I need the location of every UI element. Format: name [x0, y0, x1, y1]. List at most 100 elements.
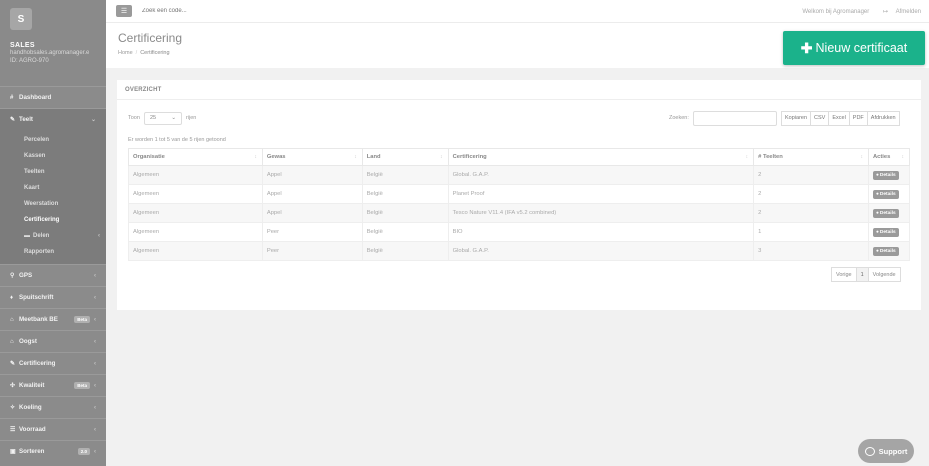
breadcrumb-home[interactable]: Home: [118, 50, 133, 56]
next-page-button[interactable]: Volgende: [867, 267, 901, 282]
export-buttons: Kopiaren CSV Excel PDF Afdrukken: [781, 110, 900, 126]
chevron-down-icon: ⌄: [171, 115, 176, 121]
sidebar-item-certificering[interactable]: ✎ Certificering ‹: [0, 352, 106, 374]
submenu-item-label: Delen: [33, 233, 50, 239]
details-label: Details: [879, 229, 896, 235]
export-kopiaren-button[interactable]: Kopiaren: [781, 110, 812, 126]
details-button[interactable]: ● Details: [872, 208, 899, 218]
sort-icon: ↕: [745, 154, 749, 160]
sidebar-item-spuitschrift[interactable]: ♦ Spuitschrift ‹: [0, 286, 106, 308]
table-cell: BIO: [447, 222, 755, 242]
details-label: Details: [879, 191, 896, 197]
sidebar-item-oogst[interactable]: ⌂ Oogst ‹: [0, 330, 106, 352]
table-cell: België: [361, 184, 449, 204]
sort-icon: ↕: [901, 154, 905, 160]
submenu-item-label: Kassen: [24, 153, 46, 159]
sort-icon: ↕: [860, 154, 863, 160]
submenu-item-kassen[interactable]: Kassen: [0, 148, 106, 164]
new-certificate-button[interactable]: ✚ Nieuw certificaat: [783, 31, 925, 65]
sidebar-item-dashboard[interactable]: # Dashboard: [0, 86, 106, 108]
sort-icon: ↕: [354, 154, 357, 160]
chevron-left-icon: ‹: [94, 338, 96, 345]
table-cell: Peer: [261, 222, 363, 242]
sidebar-nav: # Dashboard ✎ Teelt ⌄ Percelen Kassen Teelten Ka…: [0, 86, 106, 462]
column-header-land[interactable]: Land ↕: [361, 148, 449, 166]
code-search-input[interactable]: [142, 8, 302, 14]
column-header-organisatie[interactable]: Organisatie ↕: [128, 148, 263, 166]
column-header-certificering[interactable]: Certificering ↕: [447, 148, 755, 166]
details-button[interactable]: ● Details: [872, 246, 899, 256]
hamburger-icon: ☰: [120, 8, 128, 15]
eye-icon: ●: [875, 191, 879, 197]
sidebar-item-voorraad[interactable]: ☰ Voorraad ‹: [0, 418, 106, 440]
sidebar-item-meetbank-be[interactable]: ⌂ Meetbank BE Beta ‹: [0, 308, 106, 330]
sidebar-item-teelt[interactable]: ✎ Teelt ⌄: [0, 108, 106, 130]
table-cell: Algemeen: [128, 222, 263, 242]
spuitschrift-icon: ♦: [10, 294, 14, 301]
table-cell: Algemeen: [128, 184, 263, 204]
submenu-item-rapporten[interactable]: Rapporten: [0, 244, 106, 260]
sidebar-item-label: Teelt: [19, 116, 33, 123]
table-cell: Appel: [261, 165, 363, 185]
column-header-gewas[interactable]: Gewas ↕: [261, 148, 363, 166]
kwaliteit-icon: ✣: [10, 383, 16, 389]
actions-cell: ● Details: [867, 222, 911, 242]
support-button[interactable]: Support: [858, 439, 914, 463]
app-logo[interactable]: S: [10, 8, 32, 30]
column-header-label: # Teelten: [758, 154, 783, 160]
prev-page-button[interactable]: Vorige: [831, 267, 857, 282]
beta-badge: Beta: [74, 316, 90, 323]
export-csv-button[interactable]: CSV: [810, 110, 830, 126]
submenu-item-weerstation[interactable]: Weerstation: [0, 196, 106, 212]
koeling-icon: ✧: [10, 405, 16, 411]
certificering-icon: ✎: [10, 361, 16, 367]
table-search-input[interactable]: [693, 110, 777, 126]
details-button[interactable]: ● Details: [872, 170, 899, 180]
export-pdf-button[interactable]: PDF: [848, 110, 868, 126]
sidebar-item-label: Voorraad: [19, 426, 46, 433]
page-length-select[interactable]: 25 ⌄: [143, 111, 182, 125]
details-button[interactable]: ● Details: [872, 189, 899, 199]
logout-link[interactable]: ↦ Afmelden: [877, 9, 921, 15]
actions-cell: ● Details: [867, 241, 911, 261]
meetbank-be-icon: ⌂: [10, 316, 14, 323]
submenu-item-teelten[interactable]: Teelten: [0, 164, 106, 180]
table-cell: Peer: [261, 241, 363, 261]
details-label: Details: [879, 210, 896, 216]
table-cell: 1: [753, 222, 869, 242]
submenu-item-certificering[interactable]: Certificering: [0, 212, 106, 228]
chat-bubble-icon: [864, 446, 875, 456]
export-excel-button[interactable]: Excel: [828, 110, 850, 126]
column-header-label: Gewas: [266, 154, 286, 160]
sidebar-item-koeling[interactable]: ✧ Koeling ‹: [0, 396, 106, 418]
sidebar-item-gps[interactable]: ⚲ GPS ‹: [0, 264, 106, 286]
column-header-teelten[interactable]: # Teelten ↕: [753, 148, 869, 166]
sidebar-item-sorteren[interactable]: ▣ Sorteren 2.0 ‹: [0, 440, 106, 462]
sidebar-item-kwaliteit[interactable]: ✣ Kwaliteit Beta ‹: [0, 374, 106, 396]
submenu-item-percelen[interactable]: Percelen: [0, 132, 106, 148]
teelt-submenu: Percelen Kassen Teelten Kaart Weerstation Cer…: [0, 130, 106, 264]
chevron-left-icon: ‹: [94, 272, 96, 279]
plus-icon: ✚: [800, 39, 813, 56]
eye-icon: ●: [875, 172, 879, 178]
chevron-left-icon: ‹: [94, 382, 96, 389]
export-afdrukken-button[interactable]: Afdrukken: [866, 110, 900, 126]
search-label: Zoeken:: [669, 115, 689, 121]
submenu-item-delen[interactable]: ▬ Delen ‹: [0, 228, 106, 244]
topbar: ☰ Welkom bij Agromanager ↦ Afmelden: [106, 0, 929, 22]
menu-toggle-button[interactable]: ☰: [116, 5, 132, 17]
details-button[interactable]: ● Details: [872, 227, 899, 237]
chevron-left-icon: ‹: [94, 426, 96, 433]
table-cell: 2: [753, 203, 869, 223]
table-cell: Algemeen: [128, 203, 263, 223]
table-cell: België: [361, 165, 449, 185]
sort-icon: ↕: [254, 154, 257, 160]
beta-badge: 2.0: [77, 448, 90, 455]
submenu-item-kaart[interactable]: Kaart: [0, 180, 106, 196]
column-header-acties[interactable]: Acties ↕: [867, 148, 911, 166]
oogst-icon: ⌂: [10, 338, 14, 345]
chevron-left-icon: ‹: [94, 448, 96, 455]
sidebar-item-label: Spuitschrift: [19, 294, 54, 301]
table-cell: Appel: [261, 184, 363, 204]
column-header-label: Acties: [872, 154, 891, 160]
